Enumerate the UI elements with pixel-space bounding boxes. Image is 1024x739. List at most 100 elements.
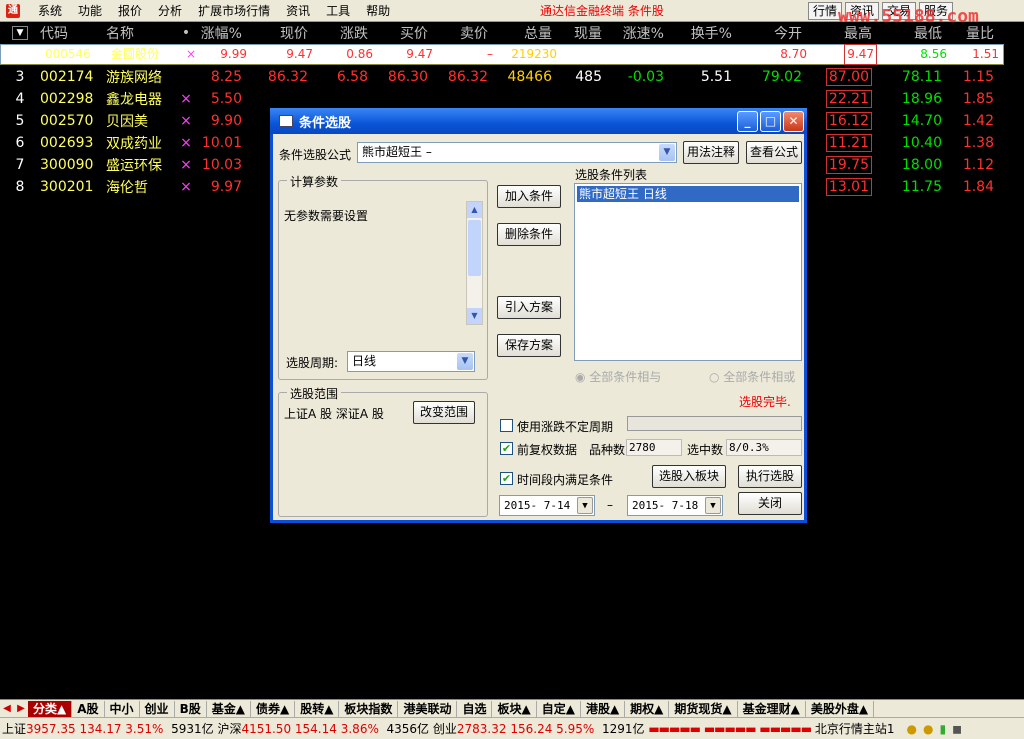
table-row[interactable]: 3 002174 游族网络 8.25 86.32 6.58 86.30 86.32 48466 4… — [0, 66, 1024, 88]
scroll-down-icon[interactable]: ▼ — [467, 308, 482, 324]
tab-item[interactable]: B股 — [175, 700, 207, 717]
tab-item[interactable]: A股 — [72, 700, 105, 717]
table-row[interactable]: 1 000546 金圆股份 × 9.99 9.47 0.86 9.47 – 219230 71 0.0… — [0, 44, 1004, 65]
cell-turnover: 5.51 — [700, 69, 732, 85]
tab-item[interactable]: 期货现货▲ — [669, 700, 738, 717]
minimize-icon[interactable]: _ — [737, 111, 758, 132]
maximize-icon[interactable]: □ — [760, 111, 781, 132]
tab-item[interactable]: 基金▲ — [207, 700, 251, 717]
col-speed[interactable]: 涨速% — [606, 23, 668, 43]
col-code[interactable]: 代码 — [40, 23, 98, 43]
date-to-picker[interactable]: 2015- 7-18 ▼ — [627, 495, 723, 516]
quote-button[interactable]: 行情 — [808, 2, 843, 20]
menu-ext-market[interactable]: 扩展市场行情 — [190, 2, 278, 19]
cell-low: 14.70 — [901, 113, 942, 129]
list-item[interactable]: 熊市超短王 日线 — [577, 186, 799, 202]
network-icon[interactable]: ◼ — [952, 722, 962, 736]
cell-stock-code: 000546 — [45, 47, 91, 61]
col-price[interactable]: 现价 — [246, 23, 312, 43]
lock-icon[interactable]: ● — [907, 722, 917, 736]
col-bid[interactable]: 买价 — [372, 23, 432, 43]
col-name[interactable]: 名称 — [98, 23, 178, 43]
tab-item[interactable]: 期权▲ — [625, 700, 670, 717]
col-chg-pct[interactable]: 涨幅% — [194, 23, 246, 43]
col-ask[interactable]: 卖价 — [432, 23, 492, 43]
view-formula-button[interactable]: 查看公式 — [746, 141, 802, 164]
signal-icon[interactable]: ▮ — [940, 722, 947, 736]
sort-dropdown-icon[interactable]: ▼ — [12, 26, 28, 40]
table-row[interactable]: 4 002298 鑫龙电器 × 5.50 22.21 18.96 1.85 — [0, 88, 1024, 110]
col-vol-ratio[interactable]: 量比 — [946, 23, 998, 43]
menu-news[interactable]: 资讯 — [278, 2, 318, 19]
radio-and[interactable]: ◉ 全部条件相与 — [575, 368, 661, 385]
usage-notes-button[interactable]: 用法注释 — [683, 141, 739, 164]
params-scrollbar[interactable]: ▲ ▼ — [466, 201, 483, 325]
col-cur-vol[interactable]: 现量 — [556, 23, 606, 43]
menu-analysis[interactable]: 分析 — [150, 2, 190, 19]
import-plan-button[interactable]: 引入方案 — [497, 296, 561, 319]
cell-row-index: 3 — [15, 69, 25, 85]
adjust-data-checkbox[interactable]: ✔ — [500, 442, 513, 455]
chevron-down-icon[interactable]: ▼ — [457, 353, 473, 370]
delete-condition-button[interactable]: 删除条件 — [497, 223, 561, 246]
close-icon[interactable]: ✕ — [783, 111, 804, 132]
cell-rzrq-mark: × — [180, 113, 192, 129]
change-range-button[interactable]: 改变范围 — [413, 401, 475, 424]
tab-item[interactable]: 港美联动 — [398, 700, 458, 717]
tab-item[interactable]: 港股▲ — [581, 700, 626, 717]
tab-item[interactable]: 中小 — [105, 700, 140, 717]
sh-change: 134.17 — [79, 721, 122, 736]
tab-item[interactable]: 分类▲ — [28, 700, 73, 717]
tab-item[interactable]: 美股外盘▲ — [806, 700, 875, 717]
tab-scroll-left-icon[interactable]: ◀ — [0, 701, 14, 717]
save-plan-button[interactable]: 保存方案 — [497, 334, 561, 357]
tab-item[interactable]: 板块▲ — [492, 700, 537, 717]
menu-system[interactable]: 系统 — [30, 2, 70, 19]
uncertain-period-checkbox[interactable] — [500, 419, 513, 432]
dialog-title: 条件选股 — [299, 115, 352, 131]
menu-tools[interactable]: 工具 — [318, 2, 358, 19]
cell-vol-ratio: 1.38 — [962, 135, 994, 151]
tab-item[interactable]: 板块指数 — [339, 700, 399, 717]
dialog-titlebar[interactable]: 条件选股 — [270, 108, 807, 134]
radio-or[interactable]: ○ 全部条件相或 — [709, 368, 795, 385]
period-label: 选股周期: — [286, 356, 339, 370]
add-condition-button[interactable]: 加入条件 — [497, 185, 561, 208]
tab-item[interactable]: 自选 — [457, 700, 493, 717]
col-mark[interactable]: • — [178, 25, 194, 41]
tab-item[interactable]: 创业 — [140, 700, 175, 717]
condition-list[interactable]: 熊市超短王 日线 — [574, 183, 802, 361]
cell-row-index: 4 — [15, 91, 25, 107]
date-from-picker[interactable]: 2015- 7-14 ▼ — [499, 495, 595, 516]
tab-item[interactable]: 股转▲ — [295, 700, 340, 717]
scroll-up-icon[interactable]: ▲ — [467, 202, 482, 218]
col-chg[interactable]: 涨跌 — [312, 23, 372, 43]
tab-item[interactable]: 债券▲ — [251, 700, 296, 717]
chevron-down-icon[interactable]: ▼ — [577, 497, 593, 514]
user-icon[interactable]: ● — [923, 722, 933, 736]
scroll-thumb[interactable] — [468, 220, 481, 276]
col-low[interactable]: 最低 — [876, 23, 946, 43]
tab-scroll-right-icon[interactable]: ▶ — [14, 701, 28, 717]
chevron-down-icon[interactable]: ▼ — [705, 497, 721, 514]
col-vol[interactable]: 总量 — [492, 23, 556, 43]
cell-high: 22.21 — [806, 90, 876, 108]
timerange-checkbox[interactable]: ✔ — [500, 472, 513, 485]
tab-item[interactable]: 自定▲ — [537, 700, 581, 717]
chevron-down-icon[interactable]: ▼ — [659, 144, 675, 161]
cell-vol-ratio: 1.51 — [972, 47, 999, 61]
close-button[interactable]: 关闭 — [738, 492, 802, 515]
period-select[interactable]: 日线 ▼ — [347, 351, 475, 372]
to-block-button[interactable]: 选股入板块 — [652, 465, 726, 488]
formula-select[interactable]: 熊市超短王 – ▼ — [357, 142, 677, 163]
execute-button[interactable]: 执行选股 — [738, 465, 802, 488]
cell-chg-pct: 9.99 — [220, 47, 247, 61]
menu-quote[interactable]: 报价 — [110, 2, 150, 19]
col-open[interactable]: 今开 — [736, 23, 806, 43]
menu-function[interactable]: 功能 — [70, 2, 110, 19]
server-name[interactable]: 北京行情主站1 — [815, 720, 895, 737]
col-high[interactable]: 最高 — [806, 23, 876, 43]
tab-item[interactable]: 基金理财▲ — [738, 700, 806, 717]
col-turnover[interactable]: 换手% — [668, 23, 736, 43]
menu-help[interactable]: 帮助 — [358, 2, 398, 19]
